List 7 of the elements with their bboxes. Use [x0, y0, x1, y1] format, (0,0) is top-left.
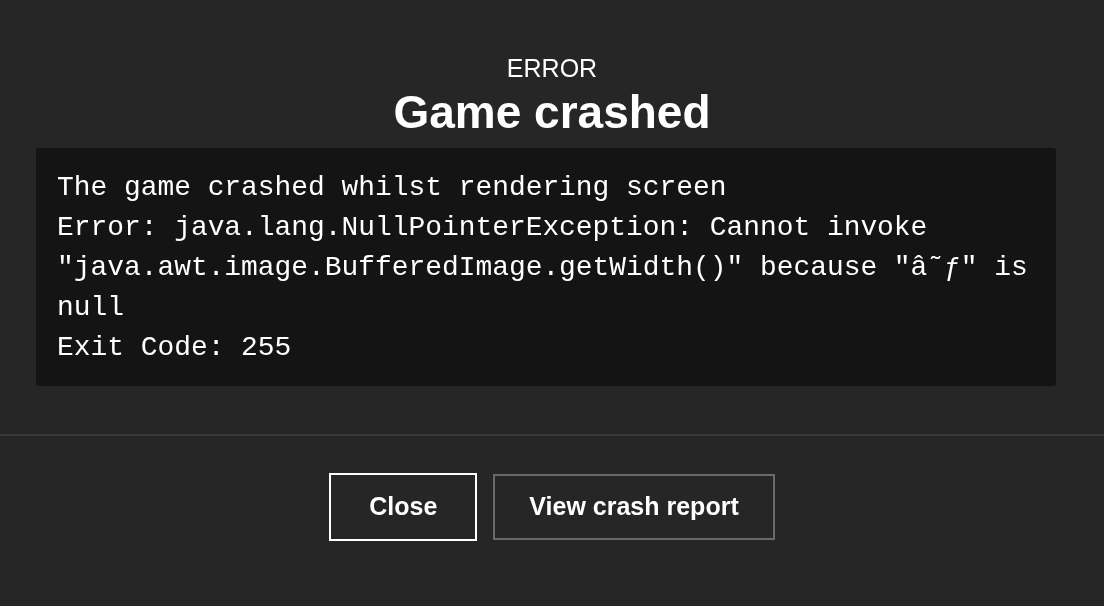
dialog-eyebrow: ERROR [506, 53, 598, 84]
dialog-title: Game crashed [393, 85, 711, 140]
log-line: The game crashed whilst rendering screen [57, 171, 728, 205]
log-line: Error: java.lang.NullPointerException: Cannot invoke "java.awt.image.BufferedImage.getWidth()" because "â˜ƒ" is null [57, 211, 1029, 325]
log-line: Exit Code: 255 [57, 331, 293, 365]
dialog-button[interactable]: Close [329, 473, 478, 541]
dialog-button[interactable]: View crash report [493, 474, 775, 540]
